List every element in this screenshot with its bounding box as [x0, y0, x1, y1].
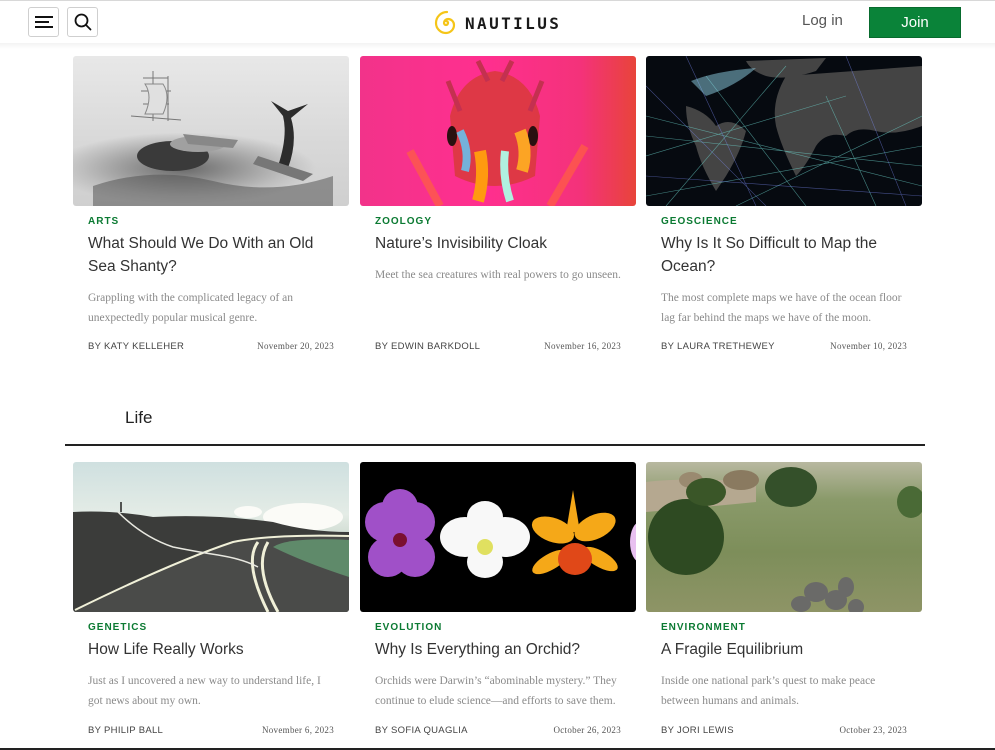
header-shadow [0, 43, 995, 49]
byline[interactable]: BY JORI LEWIS [661, 725, 734, 736]
byline[interactable]: BY EDWIN BARKDOLL [375, 341, 480, 352]
nautilus-logo[interactable]: NAUTILUS [433, 9, 561, 37]
publish-date: November 6, 2023 [261, 725, 334, 735]
login-link[interactable]: Log in [802, 12, 843, 29]
article-title[interactable]: What Should We Do With an Old Sea Shanty… [88, 232, 337, 278]
ocean-floor-map-image[interactable] [646, 56, 922, 206]
article-meta: BY EDWIN BARKDOLL November 16, 2023 [375, 341, 621, 352]
article-meta: BY KATY KELLEHER November 20, 2023 [88, 341, 334, 352]
category-label[interactable]: ZOOLOGY [375, 216, 636, 227]
article-dek: Inside one national park’s quest to make… [661, 675, 876, 707]
publish-date: November 20, 2023 [257, 341, 334, 351]
article-title[interactable]: How Life Really Works [88, 638, 337, 661]
article-dek: Orchids were Darwin’s “abominable myster… [375, 675, 617, 707]
elephants-field-image[interactable] [646, 462, 922, 612]
byline[interactable]: BY KATY KELLEHER [88, 341, 184, 352]
article-meta: BY LAURA TRETHEWEY November 10, 2023 [661, 341, 907, 352]
article-dek: Just as I uncovered a new way to underst… [88, 675, 321, 707]
article-title[interactable]: A Fragile Equilibrium [661, 638, 910, 661]
translucent-crustacean-image[interactable] [360, 56, 636, 206]
byline[interactable]: BY LAURA TRETHEWEY [661, 341, 775, 352]
join-button[interactable]: Join [869, 7, 961, 38]
article-card[interactable]: ARTS What Should We Do With an Old Sea S… [73, 56, 349, 352]
category-label[interactable]: ENVIRONMENT [661, 622, 922, 633]
article-title[interactable]: Why Is It So Difficult to Map the Ocean? [661, 232, 910, 278]
category-label[interactable]: GEOSCIENCE [661, 216, 922, 227]
site-header: NAUTILUS Log in Join [0, 1, 995, 43]
article-title[interactable]: Nature’s Invisibility Cloak [375, 232, 624, 255]
category-label[interactable]: GENETICS [88, 622, 349, 633]
hamburger-menu-icon [34, 16, 53, 28]
nautilus-spiral-icon [434, 10, 456, 35]
article-card[interactable]: EVOLUTION Why Is Everything an Orchid? O… [360, 462, 636, 736]
publish-date: October 26, 2023 [553, 725, 621, 735]
article-meta: BY PHILIP BALL November 6, 2023 [88, 725, 334, 736]
publish-date: November 16, 2023 [544, 341, 621, 351]
article-card[interactable]: ZOOLOGY Nature’s Invisibility Cloak Meet… [360, 56, 636, 352]
logo-text: NAUTILUS [465, 13, 562, 33]
whaling-engraving-image[interactable] [73, 56, 349, 206]
category-label[interactable]: ARTS [88, 216, 349, 227]
article-dek: The most complete maps we have of the oc… [661, 292, 902, 324]
search-icon [74, 13, 91, 31]
orchids-image[interactable] [360, 462, 636, 612]
article-dek: Meet the sea creatures with real powers … [375, 269, 621, 281]
publish-date: October 23, 2023 [839, 725, 907, 735]
article-card[interactable]: ENVIRONMENT A Fragile Equilibrium Inside… [646, 462, 922, 736]
publish-date: November 10, 2023 [830, 341, 907, 351]
article-card[interactable]: GENETICS How Life Really Works Just as I… [73, 462, 349, 736]
section-divider [65, 444, 925, 446]
byline[interactable]: BY PHILIP BALL [88, 725, 163, 736]
search-button[interactable] [67, 7, 98, 37]
article-title[interactable]: Why Is Everything an Orchid? [375, 638, 624, 661]
article-meta: BY SOFIA QUAGLIA October 26, 2023 [375, 725, 621, 736]
article-meta: BY JORI LEWIS October 23, 2023 [661, 725, 907, 736]
winding-road-image[interactable] [73, 462, 349, 612]
byline[interactable]: BY SOFIA QUAGLIA [375, 725, 468, 736]
section-title[interactable]: Life [125, 408, 152, 428]
menu-button[interactable] [28, 7, 59, 37]
article-dek: Grappling with the complicated legacy of… [88, 292, 294, 324]
article-card[interactable]: GEOSCIENCE Why Is It So Difficult to Map… [646, 56, 922, 352]
category-label[interactable]: EVOLUTION [375, 622, 636, 633]
